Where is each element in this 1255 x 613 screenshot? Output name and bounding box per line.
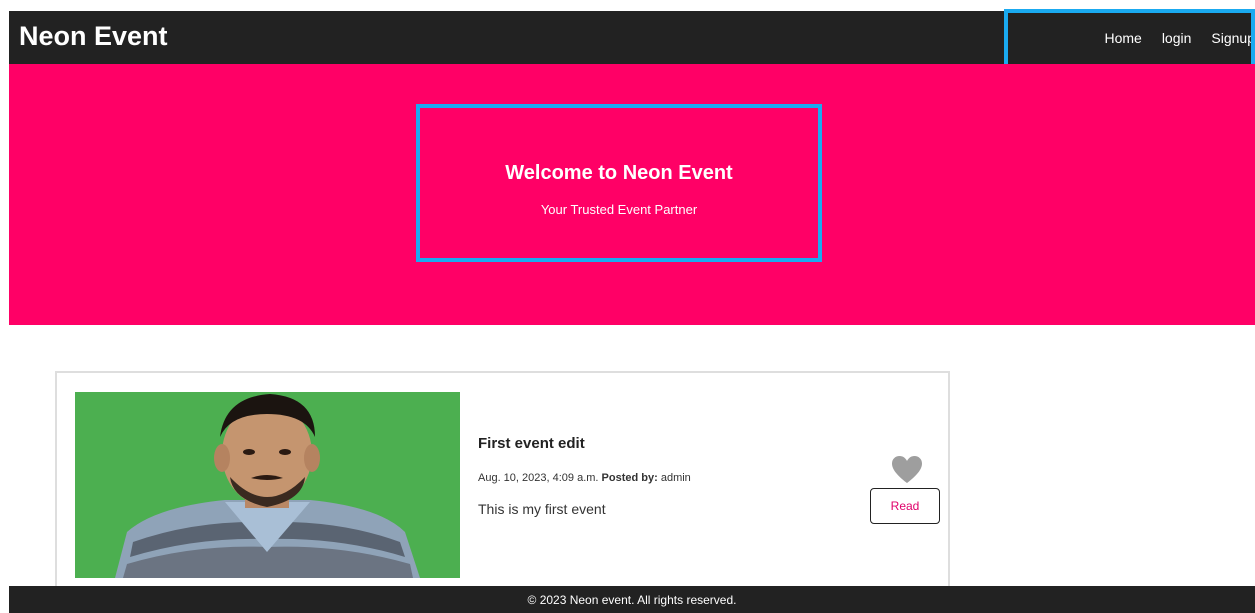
hero-subtitle: Your Trusted Event Partner [540, 202, 698, 217]
nav-home-link[interactable]: Home [1104, 30, 1141, 46]
page: Neon Event Home login Signup Welcome to … [0, 0, 1255, 613]
heart-icon[interactable] [891, 455, 923, 485]
hero-highlight-box: Welcome to Neon Event Your Trusted Event… [416, 104, 822, 262]
event-meta: Aug. 10, 2023, 4:09 a.m. Posted by: admi… [478, 472, 691, 484]
footer-copyright: © 2023 Neon event. All rights reserved. [527, 592, 737, 607]
hero-title: Welcome to Neon Event [505, 162, 733, 184]
event-author: admin [660, 472, 691, 484]
nav-signup-link[interactable]: Signup [1211, 30, 1255, 46]
event-image [75, 392, 460, 578]
read-button[interactable]: Read [870, 488, 940, 524]
posted-by-label: Posted by: [601, 472, 658, 484]
nav-links: Home login Signup [1084, 11, 1255, 64]
nav-login-link[interactable]: login [1162, 30, 1192, 46]
event-card: First event edit Aug. 10, 2023, 4:09 a.m… [55, 371, 950, 601]
footer: © 2023 Neon event. All rights reserved. [9, 586, 1255, 613]
person-photo [75, 392, 460, 578]
event-description: This is my first event [478, 501, 606, 517]
event-title[interactable]: First event edit [478, 435, 585, 452]
brand-logo[interactable]: Neon Event [19, 21, 168, 52]
navbar: Neon Event Home login Signup [9, 11, 1255, 64]
event-date: Aug. 10, 2023, 4:09 a.m. [478, 472, 599, 484]
